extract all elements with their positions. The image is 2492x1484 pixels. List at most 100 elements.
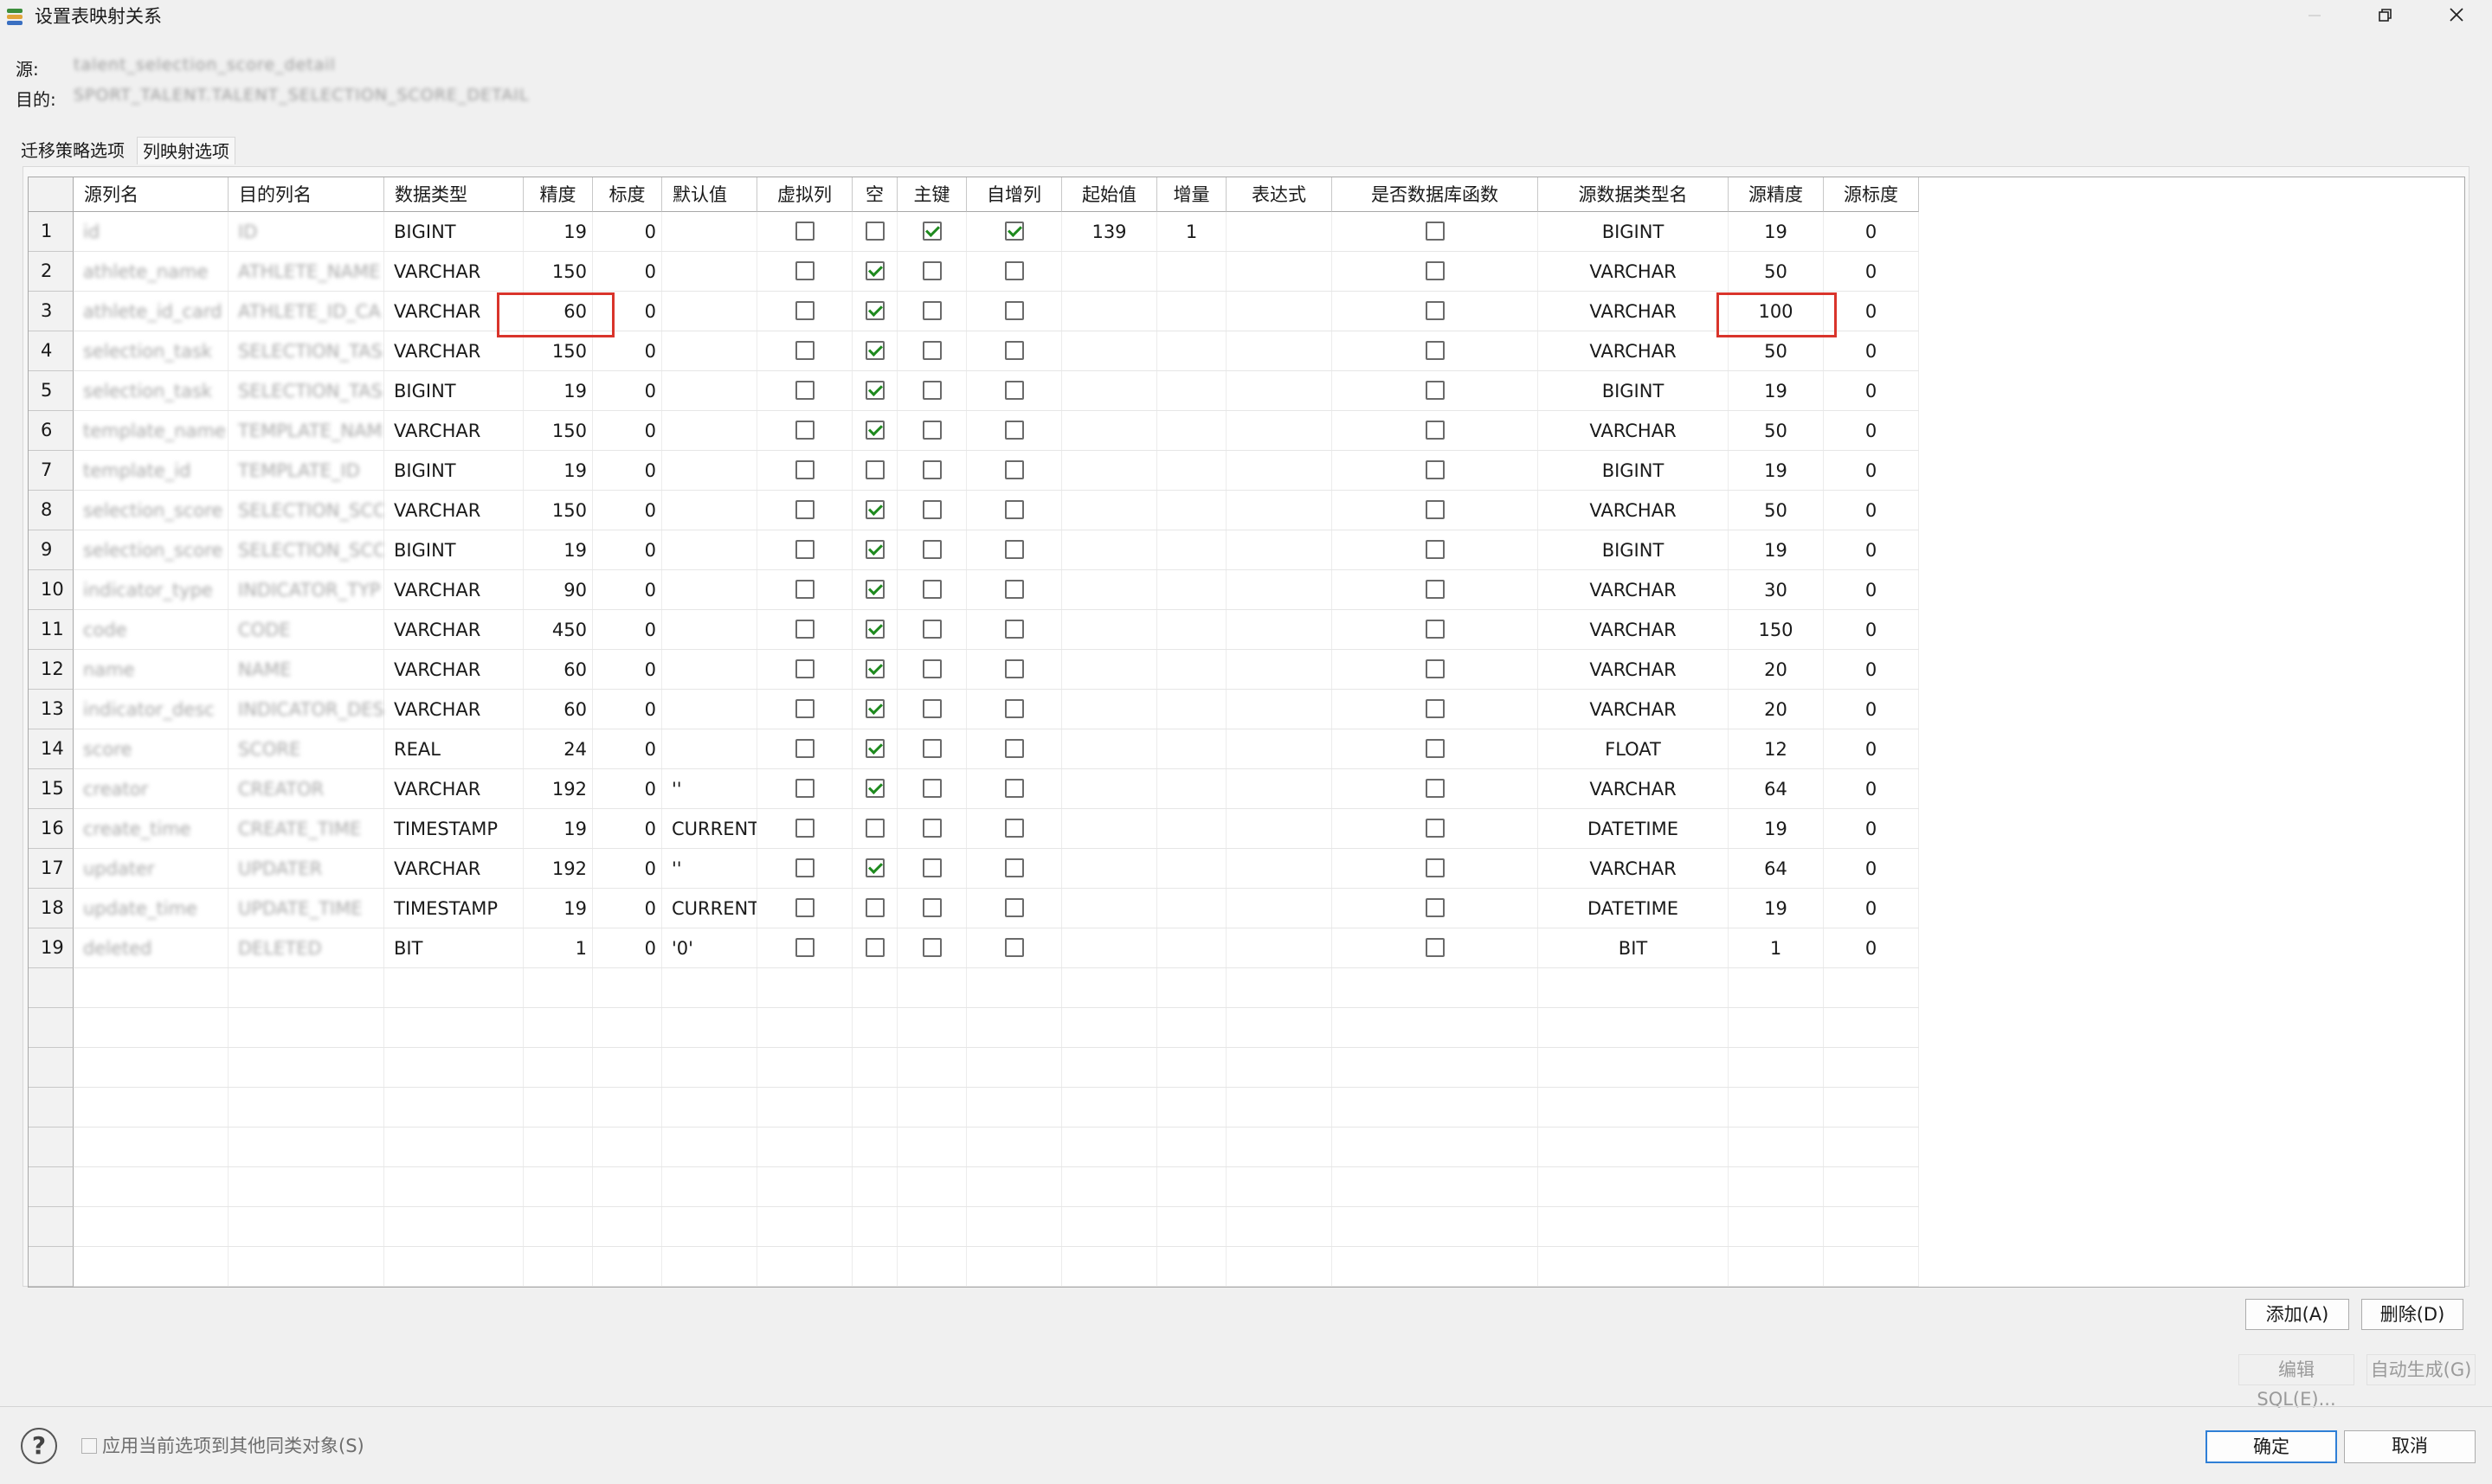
source-type-cell[interactable]: VARCHAR [1538, 570, 1728, 610]
ok-button[interactable]: 确定 [2205, 1430, 2337, 1463]
expression-cell[interactable] [1227, 331, 1331, 371]
row-header[interactable]: 2 [29, 252, 74, 292]
source-precision-cell[interactable]: 30 [1729, 570, 1823, 610]
source-precision-cell[interactable]: 50 [1729, 252, 1823, 292]
precision-cell[interactable]: 192 [524, 769, 592, 809]
increment-cell[interactable] [1157, 690, 1226, 729]
row-header[interactable]: 9 [29, 530, 74, 570]
data-type-cell[interactable]: VARCHAR [384, 610, 523, 650]
source-precision-cell[interactable]: 12 [1729, 729, 1823, 769]
auto-increment-checkbox[interactable] [1005, 341, 1024, 360]
db-function-checkbox[interactable] [1426, 938, 1445, 957]
expression-cell[interactable] [1227, 849, 1331, 889]
column-header-src-col[interactable]: 源列名 [74, 177, 229, 212]
data-type-cell[interactable]: BIT [384, 928, 523, 968]
row-header[interactable] [29, 968, 74, 1008]
virtual-checkbox[interactable] [795, 739, 815, 758]
auto-increment-checkbox[interactable] [1005, 500, 1024, 519]
default-value-cell[interactable] [662, 411, 757, 451]
source-type-cell[interactable]: VARCHAR [1538, 769, 1728, 809]
virtual-checkbox[interactable] [795, 819, 815, 838]
increment-cell[interactable] [1157, 331, 1226, 371]
scale-cell[interactable]: 0 [593, 928, 661, 968]
target-column-name[interactable]: UPDATER [229, 849, 383, 889]
start-value-cell[interactable] [1062, 809, 1156, 849]
row-header[interactable]: 17 [29, 849, 74, 889]
source-type-cell[interactable]: VARCHAR [1538, 650, 1728, 690]
precision-cell[interactable]: 19 [524, 889, 592, 928]
precision-cell[interactable]: 192 [524, 849, 592, 889]
primary-key-checkbox[interactable] [923, 659, 942, 678]
target-column-name[interactable]: TEMPLATE_NAM [229, 411, 383, 451]
source-scale-cell[interactable]: 0 [1824, 690, 1918, 729]
scale-cell[interactable]: 0 [593, 650, 661, 690]
expression-cell[interactable] [1227, 610, 1331, 650]
db-function-checkbox[interactable] [1426, 819, 1445, 838]
source-type-cell[interactable]: BIGINT [1538, 371, 1728, 411]
auto-increment-checkbox[interactable] [1005, 898, 1024, 917]
data-type-cell[interactable]: TIMESTAMP [384, 889, 523, 928]
virtual-checkbox[interactable] [795, 341, 815, 360]
target-column-name[interactable]: CREATE_TIME [229, 809, 383, 849]
default-value-cell[interactable]: CURRENT. [662, 889, 757, 928]
nullable-checkbox[interactable] [866, 500, 885, 519]
precision-cell[interactable]: 19 [524, 809, 592, 849]
column-header-scale[interactable]: 标度 [593, 177, 662, 212]
source-column-name[interactable]: score [74, 729, 228, 769]
target-column-name[interactable]: SELECTION_TAS [229, 331, 383, 371]
column-header-start[interactable]: 起始值 [1062, 177, 1157, 212]
default-value-cell[interactable] [662, 331, 757, 371]
db-function-checkbox[interactable] [1426, 381, 1445, 400]
source-type-cell[interactable]: VARCHAR [1538, 690, 1728, 729]
increment-cell[interactable] [1157, 252, 1226, 292]
data-type-cell[interactable]: VARCHAR [384, 849, 523, 889]
default-value-cell[interactable] [662, 451, 757, 491]
target-column-name[interactable]: ATHLETE_ID_CA [229, 292, 383, 331]
primary-key-checkbox[interactable] [923, 540, 942, 559]
target-column-name[interactable]: NAME [229, 650, 383, 690]
data-type-cell[interactable]: VARCHAR [384, 650, 523, 690]
scale-cell[interactable]: 0 [593, 610, 661, 650]
source-column-name[interactable]: deleted [74, 928, 228, 968]
increment-cell[interactable] [1157, 809, 1226, 849]
cancel-button[interactable]: 取消 [2344, 1430, 2476, 1463]
default-value-cell[interactable]: '' [662, 769, 757, 809]
default-value-cell[interactable] [662, 212, 757, 252]
row-header[interactable]: 18 [29, 889, 74, 928]
primary-key-checkbox[interactable] [923, 858, 942, 877]
target-column-name[interactable]: UPDATE_TIME [229, 889, 383, 928]
auto-increment-checkbox[interactable] [1005, 580, 1024, 599]
source-precision-cell[interactable]: 20 [1729, 650, 1823, 690]
column-header-precision[interactable]: 精度 [524, 177, 593, 212]
delete-button[interactable]: 删除(D) [2361, 1299, 2463, 1330]
nullable-checkbox[interactable] [866, 301, 885, 320]
column-header-autoinc[interactable]: 自增列 [967, 177, 1062, 212]
db-function-checkbox[interactable] [1426, 858, 1445, 877]
nullable-checkbox[interactable] [866, 938, 885, 957]
virtual-checkbox[interactable] [795, 261, 815, 280]
target-column-name[interactable]: SCORE [229, 729, 383, 769]
target-column-name[interactable]: INDICATOR_DES [229, 690, 383, 729]
default-value-cell[interactable] [662, 491, 757, 530]
virtual-checkbox[interactable] [795, 659, 815, 678]
row-header[interactable] [29, 1207, 74, 1247]
start-value-cell[interactable] [1062, 292, 1156, 331]
source-type-cell[interactable]: VARCHAR [1538, 331, 1728, 371]
row-header[interactable] [29, 1088, 74, 1127]
apply-to-similar-checkbox[interactable] [81, 1438, 97, 1454]
column-header-dst-col[interactable]: 目的列名 [229, 177, 384, 212]
column-header-virtual[interactable]: 虚拟列 [757, 177, 853, 212]
restore-icon[interactable] [2368, 3, 2403, 31]
increment-cell[interactable] [1157, 451, 1226, 491]
db-function-checkbox[interactable] [1426, 898, 1445, 917]
nullable-checkbox[interactable] [866, 222, 885, 241]
column-header-srcprec[interactable]: 源精度 [1729, 177, 1824, 212]
source-column-name[interactable]: creator [74, 769, 228, 809]
column-header-srctype[interactable]: 源数据类型名 [1538, 177, 1729, 212]
source-type-cell[interactable]: BIGINT [1538, 212, 1728, 252]
start-value-cell[interactable] [1062, 610, 1156, 650]
source-scale-cell[interactable]: 0 [1824, 729, 1918, 769]
start-value-cell[interactable] [1062, 769, 1156, 809]
default-value-cell[interactable] [662, 690, 757, 729]
source-column-name[interactable]: selection_score [74, 491, 228, 530]
